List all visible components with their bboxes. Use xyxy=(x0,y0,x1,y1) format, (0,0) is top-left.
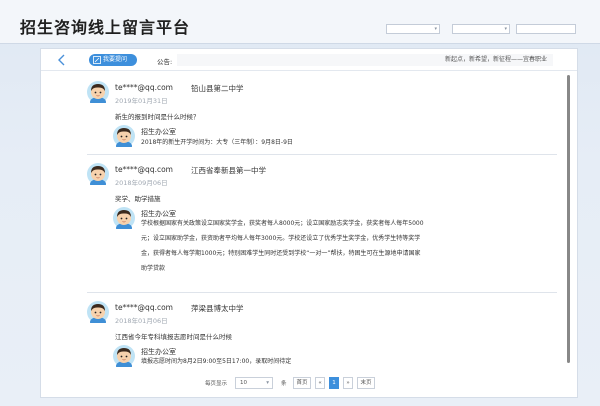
user-email: te****@qq.com xyxy=(115,83,173,92)
chevron-down-icon: ▾ xyxy=(434,26,437,32)
pagination: 每页显示 10 ▾ 条 首页 « 1 » 末页 xyxy=(191,377,431,389)
chevron-down-icon: ▾ xyxy=(266,380,269,386)
user-school: 铅山县第二中学 xyxy=(191,84,244,93)
user-email: te****@qq.com xyxy=(115,165,173,174)
list-item: te****@qq.com 铅山县第二中学 2019年01月31日 新生的报到时… xyxy=(87,75,557,155)
next-page-button[interactable]: » xyxy=(343,377,353,389)
user-avatar-icon xyxy=(87,81,109,103)
page-title: 招生咨询线上留言平台 xyxy=(20,18,191,37)
question-text: 江西省今年专科填报志愿时间是什么时候 xyxy=(115,333,232,341)
vertical-scrollbar[interactable] xyxy=(567,75,570,363)
search-button[interactable] xyxy=(516,24,576,34)
per-page-value: 10 xyxy=(240,380,247,386)
responder-avatar-icon xyxy=(113,125,135,147)
message-panel: 我要提问 公告: 新起点，新希望，新征程——宜春职业 te****@qq.com… xyxy=(40,48,578,398)
back-arrow-icon[interactable] xyxy=(57,54,67,66)
per-page-select[interactable]: 10 ▾ xyxy=(235,377,273,389)
message-date: 2018年01月06日 xyxy=(115,317,168,325)
current-page-button[interactable]: 1 xyxy=(329,377,339,389)
category-select[interactable]: ▾ xyxy=(386,24,440,34)
per-page-unit: 条 xyxy=(281,381,287,387)
user-email: te****@qq.com xyxy=(115,303,173,312)
user-avatar-icon xyxy=(87,301,109,323)
per-page-label: 每页显示 xyxy=(205,381,228,387)
answer-line: 助学贷款 xyxy=(141,265,166,272)
user-avatar-icon xyxy=(87,163,109,185)
first-page-button[interactable]: 首页 xyxy=(293,377,311,389)
responder-avatar-icon xyxy=(113,207,135,229)
list-item: te****@qq.com 江西省奉新县第一中学 2018年09月06日 奖学、… xyxy=(87,157,557,293)
answer-text: 2018年的新生开学时间为：大专（三年制）：9月8日-9日 xyxy=(141,139,293,146)
notice-marquee: 新起点，新希望，新征程——宜春职业 xyxy=(177,54,553,66)
subcategory-select[interactable]: ▾ xyxy=(452,24,510,34)
ask-question-label: 我要提问 xyxy=(103,56,128,63)
prev-page-button[interactable]: « xyxy=(315,377,325,389)
question-text: 奖学、助学措施 xyxy=(115,195,161,203)
user-school: 萍梁县博太中学 xyxy=(191,304,244,313)
message-date: 2018年09月06日 xyxy=(115,179,168,187)
user-school: 江西省奉新县第一中学 xyxy=(191,166,266,175)
question-text: 新生的报到时间是什么时候？ xyxy=(115,113,200,121)
list-item: te****@qq.com 萍梁县博太中学 2018年01月06日 江西省今年专… xyxy=(87,295,557,371)
message-list[interactable]: te****@qq.com 铅山县第二中学 2019年01月31日 新生的报到时… xyxy=(87,75,559,371)
responder-avatar-icon xyxy=(113,345,135,367)
answer-line: 元；设立国家助学金，获资助者平均每人每年3000元。学校还设立了优秀学生奖学金，… xyxy=(141,235,421,242)
last-page-button[interactable]: 末页 xyxy=(357,377,375,389)
ask-question-button[interactable]: 我要提问 xyxy=(89,54,137,66)
answer-text: 填报志愿时间为8月2日9:00至5日17:00，录取时间待定 xyxy=(141,358,292,365)
message-date: 2019年01月31日 xyxy=(115,97,168,105)
toolbar: 我要提问 公告: 新起点，新希望，新征程——宜春职业 xyxy=(41,49,577,71)
chevron-down-icon: ▾ xyxy=(504,26,507,32)
answer-line: 金，获得者每人每学期1000元；特别困难学生同时还受到学校“一对一”帮扶，特困生… xyxy=(141,250,421,257)
answer-line: 学校根据国家有关政策设立国家奖学金，获奖者每人8000元；设立国家励志奖学金，获… xyxy=(141,220,424,227)
edit-icon xyxy=(93,56,101,64)
notice-label: 公告: xyxy=(157,58,173,66)
app-header: 招生咨询线上留言平台 ▾ ▾ xyxy=(0,0,600,44)
